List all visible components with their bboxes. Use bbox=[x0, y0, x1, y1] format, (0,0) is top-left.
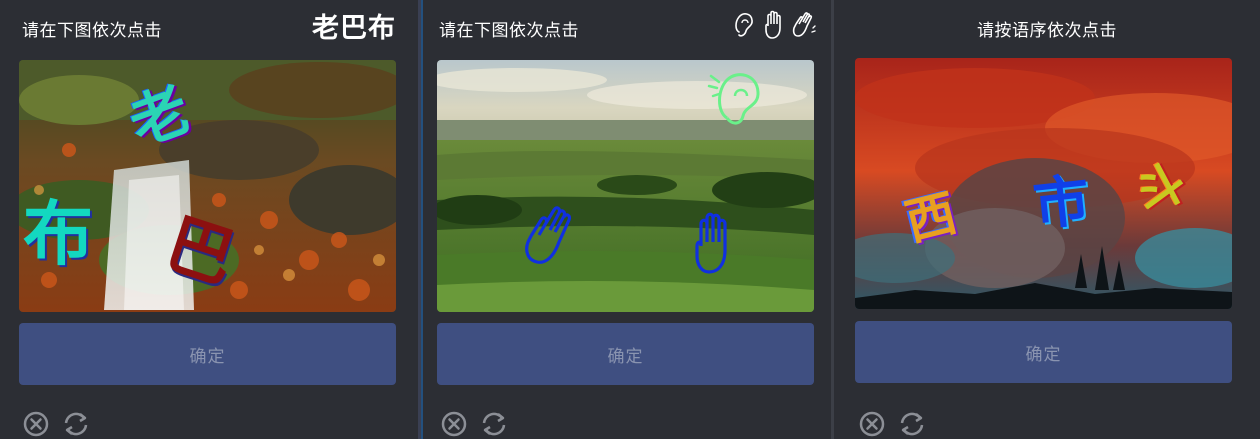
close-circle-icon[interactable] bbox=[22, 410, 50, 438]
panel-3-captcha-image[interactable]: 西 市 斗 bbox=[855, 58, 1232, 309]
refresh-icon[interactable] bbox=[480, 410, 508, 438]
captcha-hand-mark bbox=[695, 212, 727, 274]
panel-1-hint-text: 老巴布 bbox=[312, 13, 396, 44]
close-circle-icon[interactable] bbox=[440, 410, 468, 438]
panel-2-confirm-button[interactable]: 确定 bbox=[437, 323, 814, 385]
panel-1-captcha-image[interactable]: 老 布 巴 bbox=[19, 60, 396, 312]
captcha-waving-hand-mark bbox=[525, 206, 572, 264]
ear-icon bbox=[735, 13, 753, 37]
panel-1-bottom-icons bbox=[22, 410, 90, 438]
refresh-icon[interactable] bbox=[898, 410, 926, 438]
hand-icon bbox=[765, 10, 781, 39]
captcha-char-2: 布 bbox=[23, 193, 93, 275]
close-circle-icon[interactable] bbox=[858, 410, 886, 438]
captcha-ear-mark bbox=[707, 73, 760, 125]
panel-1-title: 请在下图依次点击 bbox=[22, 21, 162, 41]
panel-3-bottom-icons bbox=[858, 410, 926, 438]
panel-1-confirm-button[interactable]: 确定 bbox=[19, 323, 396, 385]
refresh-icon[interactable] bbox=[62, 410, 90, 438]
captcha-panel-3: 请按语序依次点击 西 市 斗 确定 bbox=[834, 0, 1260, 439]
captcha-stage: 请在下图依次点击 老巴布 老 布 巴 确定 请在下图依次点击 确定 请按语序依次… bbox=[0, 0, 1260, 439]
waving-hand-icon bbox=[792, 12, 816, 37]
panel-2-title: 请在下图依次点击 bbox=[439, 21, 579, 41]
panel-3-title: 请按语序依次点击 bbox=[977, 21, 1117, 41]
panel-2-bottom-icons bbox=[440, 410, 508, 438]
panel-2-captcha-image[interactable] bbox=[437, 60, 814, 312]
panel-2-hint-icons bbox=[731, 10, 817, 40]
panel-3-confirm-button[interactable]: 确定 bbox=[855, 321, 1232, 383]
captcha-char-2: 市 bbox=[1030, 168, 1093, 239]
captcha-panel-2: 请在下图依次点击 确定 bbox=[423, 0, 831, 439]
captcha-panel-1: 请在下图依次点击 老巴布 老 布 巴 确定 bbox=[0, 0, 418, 439]
